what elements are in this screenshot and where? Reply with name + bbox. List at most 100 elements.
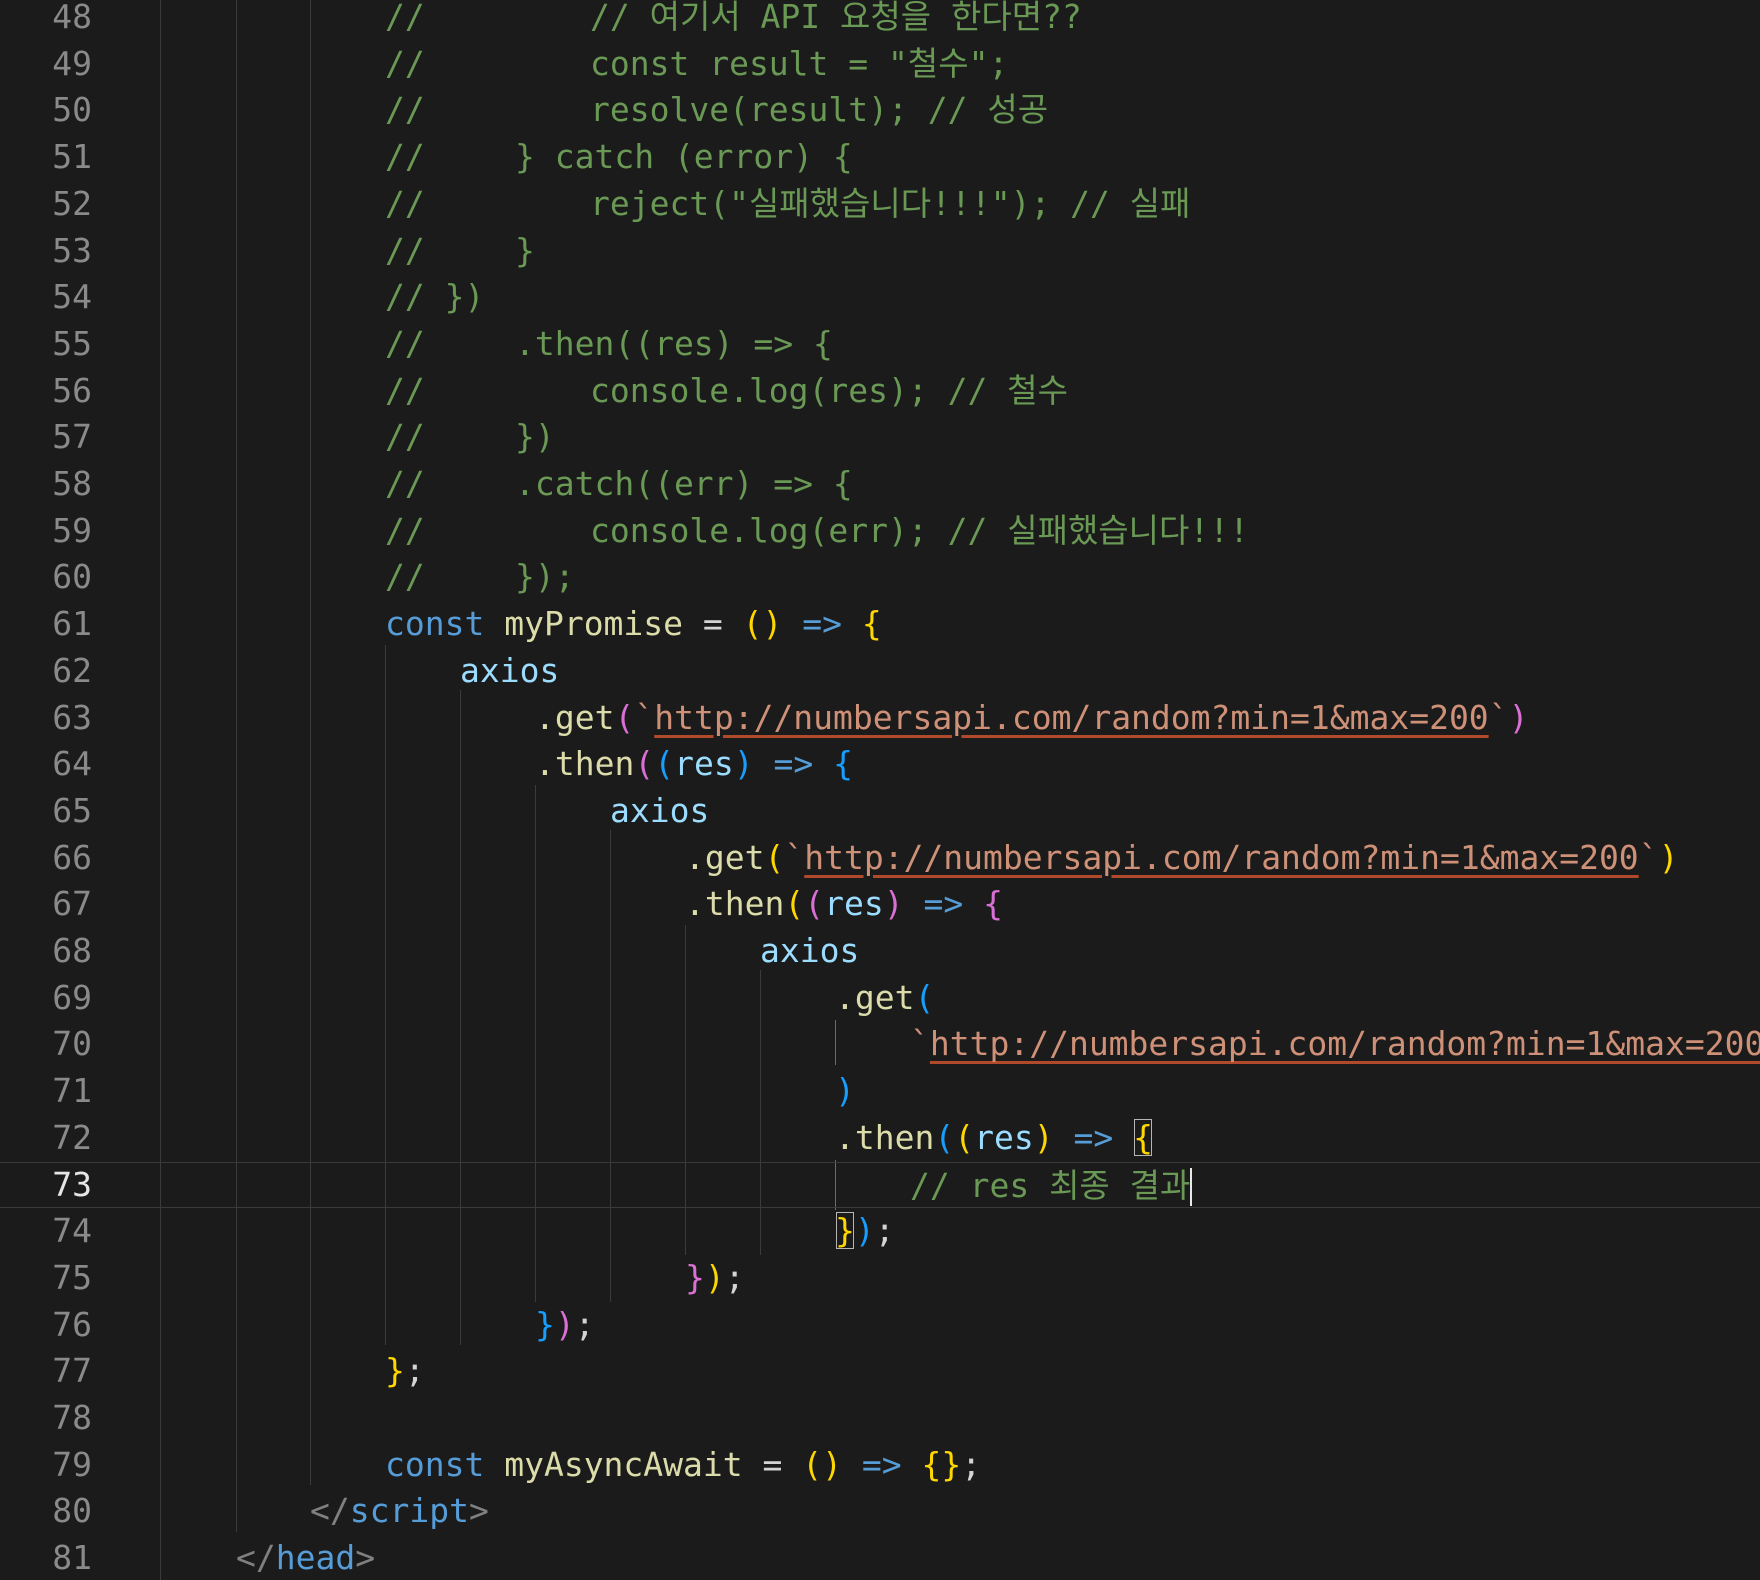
parameter: res <box>674 744 734 784</box>
code-row[interactable]: const myAsyncAwait = () => {}; <box>0 1442 1760 1489</box>
tag-bracket: </ <box>236 1538 276 1578</box>
paren: ( <box>934 1117 955 1157</box>
code-row[interactable]: // .catch((err) => { <box>0 461 1760 508</box>
matched-brace: { <box>1133 1117 1153 1157</box>
paren: ) <box>1033 1117 1054 1157</box>
backtick: ` <box>1638 837 1659 877</box>
paren: ( <box>914 977 935 1017</box>
code-row[interactable]: .then((res) => { <box>0 1115 1760 1162</box>
comment-text: }) <box>515 417 555 457</box>
parameter: res <box>974 1117 1034 1157</box>
paren: ) <box>883 884 904 924</box>
comment-text: // <box>385 137 425 177</box>
paren: () <box>802 1444 843 1484</box>
paren: ) <box>704 1257 725 1297</box>
code-row[interactable]: }); <box>0 1255 1760 1302</box>
code-row[interactable]: }); <box>0 1302 1760 1349</box>
paren: ) <box>554 1304 575 1344</box>
code-row[interactable]: axios <box>0 928 1760 975</box>
paren: ) <box>1508 697 1529 737</box>
code-row[interactable]: // console.log(err); // 실패했습니다!!! <box>0 508 1760 555</box>
code-row[interactable]: // resolve(result); // 성공 <box>0 87 1760 134</box>
parameter: res <box>824 884 884 924</box>
code-row[interactable]: axios <box>0 648 1760 695</box>
url-string[interactable]: http://numbersapi.com/random?min=1&max=2… <box>804 838 1638 877</box>
code-row[interactable]: .get( <box>0 975 1760 1022</box>
code-row[interactable]: // }) <box>0 414 1760 461</box>
code-row[interactable]: // }) <box>0 274 1760 321</box>
code-row[interactable]: // } catch (error) { <box>0 134 1760 181</box>
comment-text: // <box>385 90 425 130</box>
identifier: axios <box>610 790 710 830</box>
comment-text: // <box>385 510 425 550</box>
code-row[interactable]: // const result = "철수"; <box>0 41 1760 88</box>
code-row[interactable]: </script> <box>0 1488 1760 1535</box>
paren: ( <box>654 744 675 784</box>
code-area[interactable]: // // 여기서 API 요청을 한다면?? // const result … <box>0 0 1760 1580</box>
comment-text: // }) <box>385 277 485 317</box>
current-line[interactable]: // res 최종 결과 <box>0 1161 1760 1209</box>
code-row[interactable]: .then((res) => { <box>0 881 1760 928</box>
code-row[interactable]: // console.log(res); // 철수 <box>0 368 1760 415</box>
comment-text: // 여기서 API 요청을 한다면?? <box>590 0 1082 36</box>
operator: = <box>702 604 723 644</box>
comment-text: // <box>385 0 425 36</box>
code-row[interactable]: // } <box>0 228 1760 275</box>
code-row[interactable]: // .then((res) => { <box>0 321 1760 368</box>
comment-text: } catch (error) { <box>515 137 853 177</box>
method: .then <box>835 1117 935 1157</box>
tag-bracket: > <box>355 1538 376 1578</box>
paren: ( <box>784 884 805 924</box>
brace: { <box>833 744 853 784</box>
arrow-operator: => <box>802 604 843 644</box>
url-string[interactable]: http://numbersapi.com/random?min=1&max=2… <box>930 1024 1760 1063</box>
arrow-operator: => <box>923 884 964 924</box>
code-row[interactable] <box>0 1395 1760 1442</box>
code-row[interactable]: .get(`http://numbersapi.com/random?min=1… <box>0 695 1760 742</box>
code-row[interactable]: .then((res) => { <box>0 741 1760 788</box>
code-row[interactable]: const myPromise = () => { <box>0 601 1760 648</box>
arrow-operator: => <box>1073 1117 1114 1157</box>
comment-text: const result = "철수"; <box>590 43 1009 83</box>
code-row[interactable]: .get(`http://numbersapi.com/random?min=1… <box>0 835 1760 882</box>
code-row[interactable]: ) <box>0 1068 1760 1115</box>
code-editor[interactable]: 48 49 50 51 52 53 54 55 56 57 58 59 60 61 62 63 64 65 66 67… <box>0 0 1760 1580</box>
method: .then <box>535 744 635 784</box>
comment-text: .catch((err) => { <box>515 464 853 503</box>
paren: ( <box>954 1117 975 1157</box>
backtick: ` <box>910 1024 930 1064</box>
comment-text: // <box>385 183 425 223</box>
comment-text: // <box>385 464 425 503</box>
semicolon: ; <box>724 1257 745 1297</box>
code-row[interactable]: // // 여기서 API 요청을 한다면?? <box>0 0 1760 41</box>
method: .get <box>535 697 615 737</box>
code-row[interactable]: }; <box>0 1348 1760 1395</box>
brace: { <box>983 884 1003 924</box>
code-row[interactable]: // reject("실패했습니다!!!"); // 실패 <box>0 181 1760 228</box>
tag-bracket: </ <box>310 1491 350 1531</box>
keyword: const <box>385 604 485 644</box>
paren: ) <box>835 1071 855 1111</box>
brace: } <box>535 1304 555 1344</box>
backtick: ` <box>784 837 805 877</box>
comment-text: } <box>515 230 535 270</box>
url-string[interactable]: http://numbersapi.com/random?min=1&max=2… <box>654 698 1488 737</box>
arrow-operator: => <box>861 1444 902 1484</box>
paren: ( <box>614 697 635 737</box>
comment-text: resolve(result); // 성공 <box>590 90 1049 130</box>
comment-text: reject("실패했습니다!!!"); // 실패 <box>590 183 1191 223</box>
tag-name: script <box>349 1491 469 1531</box>
code-row[interactable]: }); <box>0 1208 1760 1255</box>
method: .get <box>685 837 765 877</box>
code-row[interactable]: axios <box>0 788 1760 835</box>
comment-text: // <box>385 43 425 83</box>
comment-text: }); <box>515 557 575 597</box>
paren: ( <box>804 884 825 924</box>
code-row[interactable]: `http://numbersapi.com/random?min=1&max=… <box>0 1021 1760 1068</box>
tag-bracket: > <box>468 1491 489 1531</box>
code-row[interactable]: </head> <box>0 1535 1760 1580</box>
identifier: axios <box>760 931 860 970</box>
backtick: ` <box>634 697 655 737</box>
code-row[interactable]: // }); <box>0 554 1760 601</box>
matched-brace: } <box>835 1211 855 1251</box>
